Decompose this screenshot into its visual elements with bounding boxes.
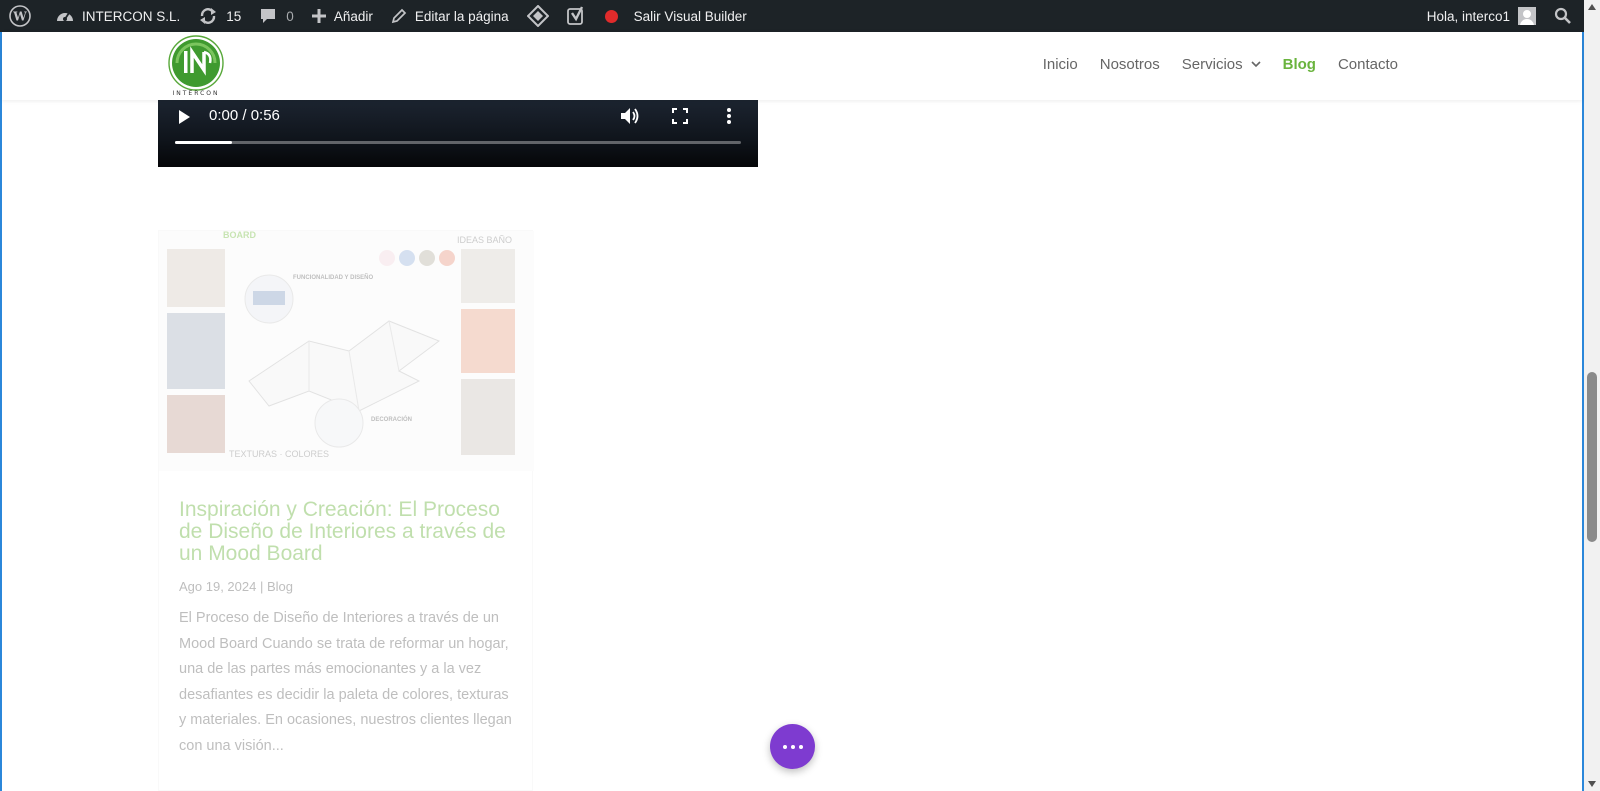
add-new-label: Añadir <box>333 8 373 24</box>
search-icon <box>1554 7 1571 24</box>
more-options-icon[interactable] <box>726 107 732 125</box>
post-excerpt: El Proceso de Diseño de Interiores a tra… <box>179 610 512 754</box>
image-label-ideas: IDEAS BAÑO <box>457 235 512 245</box>
post-body: Inspiración y Creación: El Proceso de Di… <box>179 499 515 759</box>
post-meta: Ago 19, 2024 | Blog <box>179 579 515 594</box>
add-new-menu[interactable]: Añadir <box>303 0 382 32</box>
ellipsis-dot-icon <box>782 744 787 749</box>
post-category-link[interactable]: Blog <box>267 579 293 594</box>
my-account-menu[interactable]: Hola, interco1 <box>1418 0 1545 32</box>
blog-post-card: BOARD FUNCIONALIDAD Y DISEÑO DECORACIÓN … <box>158 230 534 791</box>
builder-page-settings-button[interactable] <box>770 724 815 769</box>
fullscreen-icon[interactable] <box>672 108 688 124</box>
site-header: INTERCON Inicio Nosotros Servicios Blog … <box>2 32 1582 100</box>
nav-item-blog[interactable]: Blog <box>1283 56 1316 73</box>
comments-count: 0 <box>286 8 294 24</box>
scrollbar-thumb[interactable] <box>1587 372 1597 542</box>
comment-bubble-icon <box>261 9 276 23</box>
recording-dot-icon <box>604 9 618 23</box>
video-progress-fill <box>175 141 232 144</box>
play-icon[interactable] <box>177 109 191 125</box>
edit-page-label: Editar la página <box>414 8 509 24</box>
chevron-down-icon <box>1251 60 1261 67</box>
scroll-up-arrow-icon[interactable] <box>1588 4 1596 10</box>
nav-item-inicio[interactable]: Inicio <box>1043 56 1078 73</box>
exit-visual-builder-button[interactable]: Salir Visual Builder <box>596 0 756 32</box>
image-label-decoration: DECORACIÓN <box>371 415 412 423</box>
updates-menu[interactable]: 15 <box>189 0 250 32</box>
video-progress-bar[interactable] <box>175 141 741 144</box>
volume-icon[interactable] <box>620 107 640 125</box>
post-featured-image[interactable]: BOARD FUNCIONALIDAD Y DISEÑO DECORACIÓN … <box>159 231 534 471</box>
wordpress-logo-icon[interactable]: W <box>0 0 40 32</box>
image-label-textures: TEXTURAS · COLORES <box>229 449 329 459</box>
updates-refresh-icon <box>200 8 217 24</box>
plus-icon <box>311 9 326 23</box>
yoast-seo-icon[interactable] <box>558 0 596 32</box>
exit-visual-builder-label: Salir Visual Builder <box>633 8 747 24</box>
search-button[interactable] <box>1545 0 1584 32</box>
pencil-icon <box>391 8 407 24</box>
scroll-down-arrow-icon[interactable] <box>1588 781 1596 787</box>
svg-text:W: W <box>12 10 27 24</box>
admin-bar: W INTERCON S.L. 15 0 Añadir Editar la pá… <box>0 0 1584 32</box>
image-label-functionality: FUNCIONALIDAD Y DISEÑO <box>293 274 373 281</box>
ellipsis-dot-icon <box>790 744 795 749</box>
image-label-board: BOARD <box>223 231 256 240</box>
nav-item-servicios[interactable]: Servicios <box>1182 56 1261 73</box>
logo-wordmark: INTERCON <box>172 90 220 97</box>
site-logo[interactable]: INTERCON <box>165 34 227 100</box>
site-name-label: INTERCON S.L. <box>82 8 181 24</box>
main-navigation: Inicio Nosotros Servicios Blog Contacto <box>1043 32 1398 96</box>
post-date: Ago 19, 2024 <box>179 579 257 594</box>
page-scrollbar[interactable] <box>1584 0 1600 791</box>
edit-page-link[interactable]: Editar la página <box>382 0 518 32</box>
site-name-menu[interactable]: INTERCON S.L. <box>46 0 189 32</box>
post-meta-separator: | <box>259 579 264 594</box>
comments-menu[interactable]: 0 <box>250 0 303 32</box>
nav-item-servicios-label: Servicios <box>1181 55 1243 73</box>
post-title-link[interactable]: Inspiración y Creación: El Proceso de Di… <box>179 499 515 565</box>
nav-item-contacto[interactable]: Contacto <box>1338 56 1398 73</box>
divi-diamond-icon[interactable] <box>518 0 558 32</box>
nav-item-nosotros[interactable]: Nosotros <box>1100 56 1160 73</box>
ellipsis-dot-icon <box>798 744 803 749</box>
updates-count: 15 <box>226 8 242 24</box>
video-time-display: 0:00 / 0:56 <box>209 107 280 124</box>
greeting-label: Hola, interco1 <box>1426 8 1510 24</box>
dashboard-gauge-icon <box>57 12 73 21</box>
avatar-icon <box>1518 7 1536 25</box>
video-player[interactable]: 0:00 / 0:56 <box>158 100 758 167</box>
